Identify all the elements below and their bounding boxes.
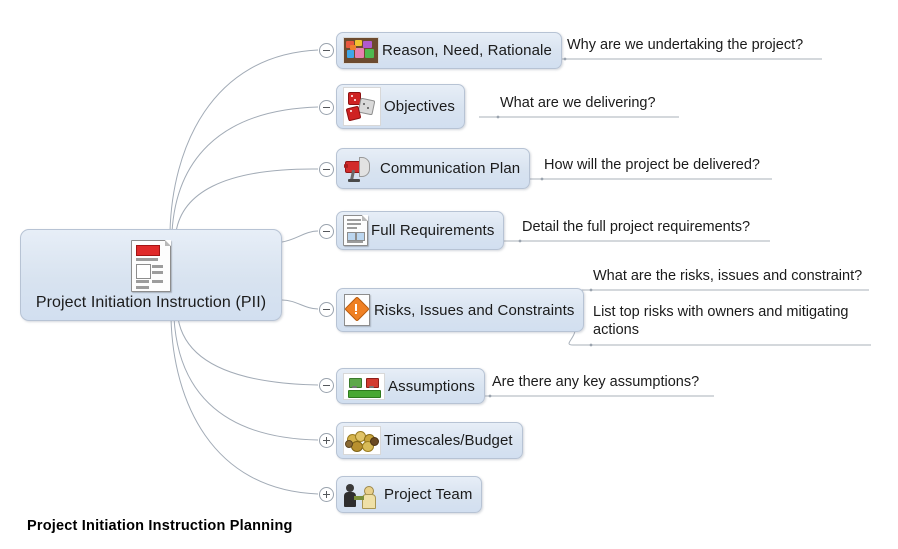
root-node-label: Project Initiation Instruction (PII) xyxy=(35,293,267,311)
annotation-risks-2: List top risks with owners and mitigatin… xyxy=(591,303,863,339)
node-objectives[interactable]: Objectives xyxy=(336,84,466,129)
node-timescales-budget[interactable]: Timescales/Budget xyxy=(336,422,523,459)
node-risks-label: Risks, Issues and Constraints xyxy=(374,301,575,319)
annotation-text: How will the project be delivered? xyxy=(544,157,760,173)
annotation-communication-plan: How will the project be delivered? xyxy=(542,156,760,174)
node-objectives-label: Objectives xyxy=(384,98,456,115)
money-icon xyxy=(343,426,381,455)
document-icon xyxy=(131,239,171,292)
toggle-timescales-budget[interactable] xyxy=(319,433,334,448)
annotation-text: Detail the full project requirements? xyxy=(522,219,751,235)
annotation-objectives: What are we delivering? xyxy=(498,94,656,112)
page-caption: Project Initiation Instruction Planning xyxy=(27,518,293,534)
node-timescales-budget-label: Timescales/Budget xyxy=(384,432,513,449)
monitors-icon xyxy=(343,372,385,400)
node-assumptions-label: Assumptions xyxy=(388,377,475,395)
team-icon xyxy=(343,481,381,509)
node-reason-label: Reason, Need, Rationale xyxy=(382,42,552,59)
toggle-project-team[interactable] xyxy=(319,487,334,502)
node-full-requirements[interactable]: Full Requirements xyxy=(336,211,505,250)
annotation-assumptions: Are there any key assumptions? xyxy=(490,373,699,391)
node-communication-plan-label: Communication Plan xyxy=(380,160,521,177)
annotation-reason: Why are we undertaking the project? xyxy=(565,36,803,54)
annotation-text: List top risks with owners and mitigatin… xyxy=(593,304,849,338)
annotation-text: What are the risks, issues and constrain… xyxy=(593,268,863,284)
node-reason[interactable]: Reason, Need, Rationale xyxy=(336,32,562,69)
node-risks[interactable]: Risks, Issues and Constraints xyxy=(336,288,585,332)
node-project-team[interactable]: Project Team xyxy=(336,476,483,513)
toggle-objectives[interactable] xyxy=(319,100,334,115)
node-assumptions[interactable]: Assumptions xyxy=(336,368,485,404)
node-full-requirements-label: Full Requirements xyxy=(371,222,495,239)
megaphone-icon xyxy=(343,154,377,184)
annotation-text: Are there any key assumptions? xyxy=(492,374,700,390)
document-icon xyxy=(343,215,368,246)
toggle-assumptions[interactable] xyxy=(319,378,334,393)
annotation-text: What are we delivering? xyxy=(500,95,656,111)
warning-document-icon xyxy=(343,293,371,327)
toggle-risks[interactable] xyxy=(319,302,334,317)
annotation-full-requirements: Detail the full project requirements? xyxy=(520,218,750,236)
root-node[interactable]: Project Initiation Instruction (PII) xyxy=(20,229,282,321)
colored-blocks-icon xyxy=(343,37,379,64)
toggle-full-requirements[interactable] xyxy=(319,224,334,239)
annotation-text: Why are we undertaking the project? xyxy=(567,37,804,53)
toggle-communication-plan[interactable] xyxy=(319,162,334,177)
annotation-risks-1: What are the risks, issues and constrain… xyxy=(591,267,862,285)
mind-map-canvas: Project Initiation Instruction (PII) Rea… xyxy=(0,0,898,549)
dice-icon xyxy=(343,87,381,126)
node-communication-plan[interactable]: Communication Plan xyxy=(336,148,531,189)
toggle-reason[interactable] xyxy=(319,43,334,58)
node-project-team-label: Project Team xyxy=(384,486,473,503)
